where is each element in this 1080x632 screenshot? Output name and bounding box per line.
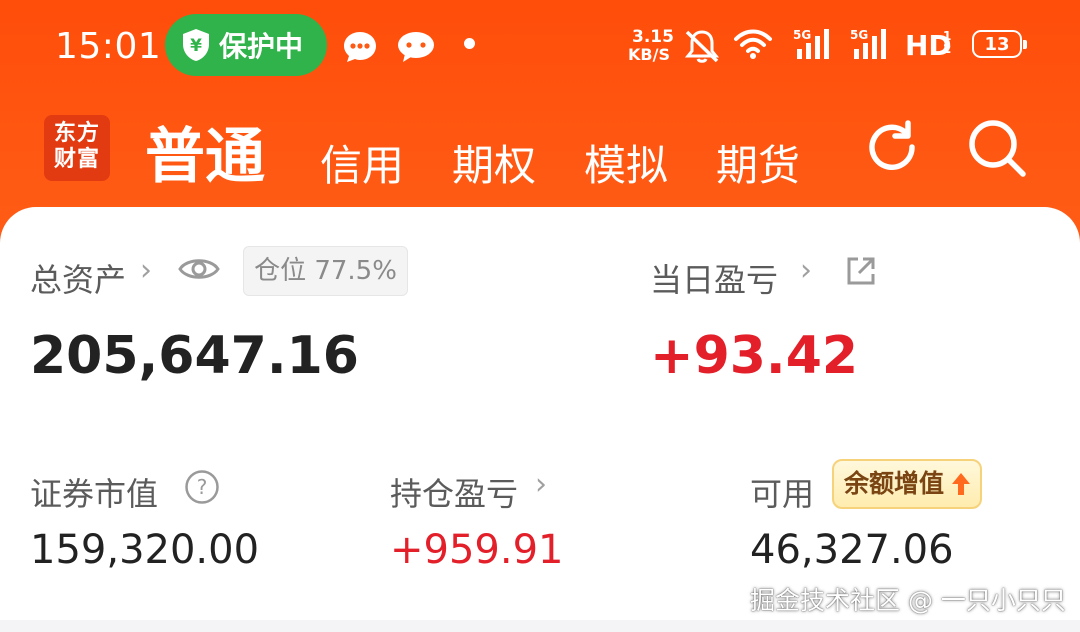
- arrow-up-icon: [952, 473, 970, 495]
- total-assets-value: 205,647.16: [30, 326, 359, 386]
- total-assets-label[interactable]: 总资产: [30, 255, 126, 301]
- signal-icon: 5G: [793, 28, 829, 59]
- protect-pill[interactable]: ¥ 保护中: [165, 14, 327, 76]
- holding-pl-label[interactable]: 持仓盈亏: [390, 469, 518, 515]
- logo-line1: 东方: [53, 121, 100, 146]
- section-divider: [0, 620, 1080, 632]
- tab-options[interactable]: 期权: [452, 132, 536, 193]
- shield-yen-icon: ¥: [183, 29, 209, 61]
- tab-futures[interactable]: 期货: [716, 132, 800, 193]
- eye-icon[interactable]: [178, 255, 220, 283]
- hd-sub-icon: 12: [943, 29, 952, 56]
- position-ratio-badge: 仓位 77.5%: [243, 246, 408, 296]
- wifi-icon: [734, 29, 772, 59]
- tab-normal[interactable]: 普通: [145, 108, 265, 195]
- available-value: 46,327.06: [750, 527, 954, 573]
- chevron-right-icon[interactable]: ›: [140, 253, 152, 288]
- tab-simulate[interactable]: 模拟: [584, 132, 668, 193]
- share-icon[interactable]: [845, 255, 877, 287]
- chevron-right-icon[interactable]: ›: [535, 467, 547, 502]
- holding-pl-value: +959.91: [390, 527, 564, 573]
- signal-icon: 5G: [850, 28, 886, 59]
- chat-bubble-icon: [344, 32, 376, 62]
- svg-text:5G: 5G: [793, 28, 811, 42]
- daily-pl-label[interactable]: 当日盈亏: [650, 255, 778, 301]
- watermark: 掘金技术社区 @ 一只小只只: [750, 586, 1066, 615]
- refresh-icon[interactable]: [862, 117, 922, 177]
- daily-pl-value: +93.42: [650, 326, 859, 386]
- bell-off-icon: [684, 30, 720, 63]
- app-logo[interactable]: 东方 财富: [44, 115, 110, 181]
- chevron-right-icon[interactable]: ›: [800, 253, 812, 288]
- net-speed-value: 3.15: [632, 27, 674, 47]
- available-label: 可用: [750, 475, 815, 513]
- logo-line2: 财富: [53, 147, 100, 172]
- help-icon[interactable]: ?: [184, 469, 220, 505]
- balance-boost-label: 余额增值: [844, 469, 945, 498]
- search-icon[interactable]: [966, 117, 1028, 179]
- asset-card: 总资产 › 仓位 77.5% 当日盈亏 › 205,647.16 +93.42 …: [0, 207, 1080, 632]
- svg-text:?: ?: [197, 475, 208, 499]
- balance-boost-badge[interactable]: 余额增值: [832, 459, 982, 509]
- notification-dot-icon: [464, 38, 475, 49]
- svg-text:¥: ¥: [190, 36, 202, 56]
- wechat-icon: [398, 32, 434, 62]
- market-value: 159,320.00: [30, 527, 260, 573]
- protect-label: 保护中: [219, 30, 304, 63]
- svg-text:5G: 5G: [850, 28, 868, 42]
- market-value-label: 证券市值: [30, 475, 159, 513]
- status-time: 15:01: [55, 26, 162, 67]
- status-bar: 15:01 ¥ 保护中 3.15 KB/S 5G 5G HD 1 2 13: [0, 0, 1080, 95]
- tab-credit[interactable]: 信用: [320, 132, 404, 193]
- battery-indicator: 13: [972, 30, 1027, 58]
- net-speed-unit: KB/S: [628, 45, 670, 64]
